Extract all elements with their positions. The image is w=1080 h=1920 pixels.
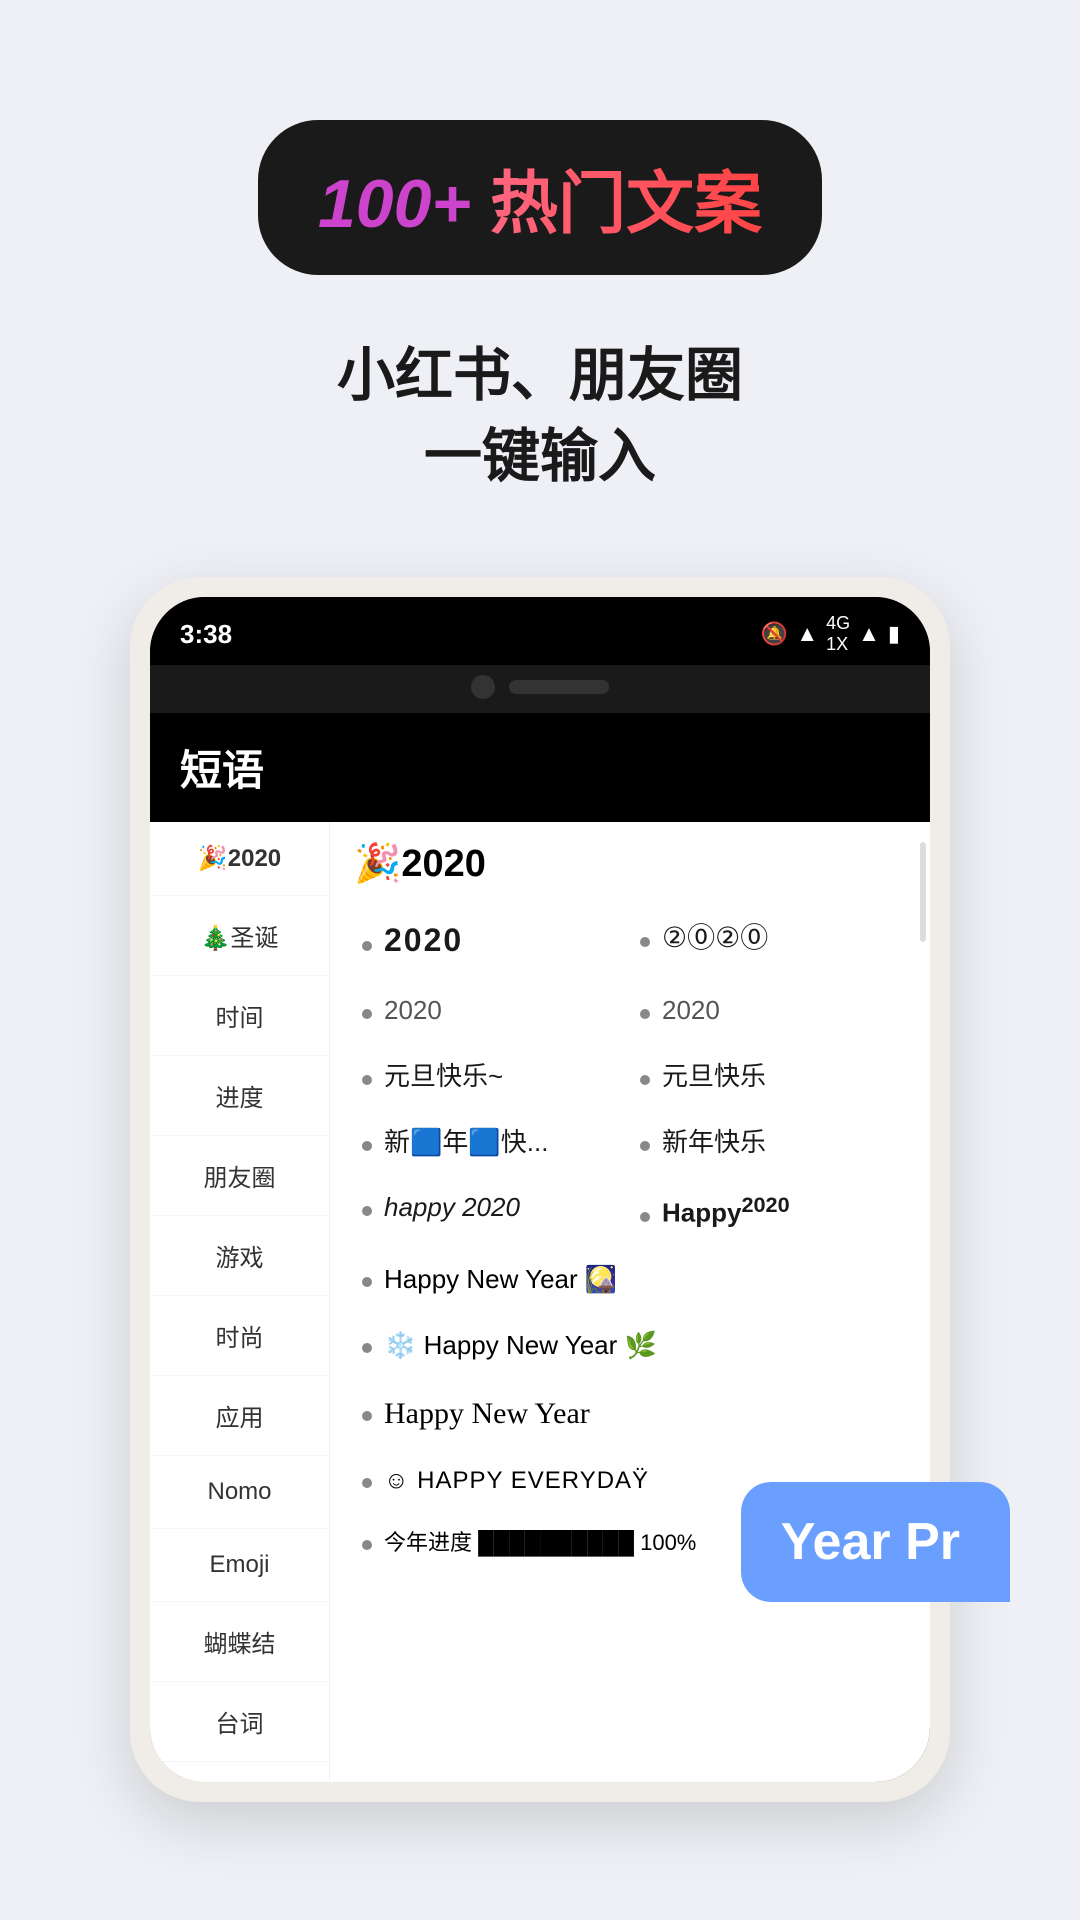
- wifi-icon: ▲: [796, 621, 818, 647]
- status-icons: 🔕 ▲ 4G1X ▲ ▮: [761, 613, 900, 655]
- camera-dot: [471, 675, 495, 699]
- list-item[interactable]: ❄️ Happy New Year 🌿: [354, 1315, 906, 1377]
- item-text: ②⓪②⓪: [662, 920, 768, 956]
- list-item[interactable]: 新🟦年🟦快...: [354, 1112, 628, 1174]
- sidebar-item-game[interactable]: 游戏: [150, 1216, 329, 1296]
- bullet-icon: [640, 1009, 650, 1019]
- main-content: 🎉2020 2020 ②⓪②⓪: [330, 822, 930, 1782]
- battery-icon: ▮: [888, 621, 900, 647]
- app-content: 🎉2020 🎄圣诞 时间 进度 朋友圈 游戏 时尚 应用 Nomo Emoji …: [150, 822, 930, 1782]
- bullet-icon: [640, 1075, 650, 1085]
- sidebar-item-progress[interactable]: 进度: [150, 1056, 329, 1136]
- sidebar-item-time[interactable]: 时间: [150, 976, 329, 1056]
- item-text: 新🟦年🟦快...: [384, 1126, 548, 1160]
- bullet-icon: [362, 1075, 372, 1085]
- speech-bubble-text: Year Pr: [781, 1513, 960, 1571]
- sidebar-item-lines[interactable]: 台词: [150, 1682, 329, 1762]
- sidebar-item-social[interactable]: 朋友圈: [150, 1136, 329, 1216]
- item-text: 新年快乐: [662, 1126, 766, 1160]
- bullet-icon: [362, 1411, 372, 1421]
- list-item[interactable]: 元旦快乐: [632, 1046, 906, 1108]
- status-bar: 3:38 🔕 ▲ 4G1X ▲ ▮: [150, 597, 930, 665]
- item-text: 2020: [384, 920, 463, 962]
- bullet-icon: [362, 1343, 372, 1353]
- camera-speaker: [509, 680, 609, 694]
- list-item[interactable]: 元旦快乐~: [354, 1046, 628, 1108]
- list-item[interactable]: Happy New Year: [354, 1380, 906, 1447]
- list-item[interactable]: 新年快乐: [632, 1112, 906, 1174]
- item-text: 2020: [662, 994, 720, 1028]
- bullet-icon: [362, 1141, 372, 1151]
- phone-mockup: 3:38 🔕 ▲ 4G1X ▲ ▮ 短语: [130, 577, 950, 1802]
- list-item[interactable]: ②⓪②⓪: [632, 906, 906, 976]
- bullet-icon: [640, 1141, 650, 1151]
- phone-inner: 3:38 🔕 ▲ 4G1X ▲ ▮ 短语: [150, 597, 930, 1782]
- list-item[interactable]: happy 2020: [354, 1177, 628, 1244]
- phone-container: 3:38 🔕 ▲ 4G1X ▲ ▮ 短语: [130, 577, 950, 1802]
- bullet-icon: [640, 937, 650, 947]
- bullet-icon: [362, 1478, 372, 1488]
- list-item[interactable]: 2020: [354, 906, 628, 976]
- badge-number: 100+: [318, 166, 471, 242]
- camera-area: [150, 665, 930, 713]
- item-text: 今年进度 ██████████ 100%: [384, 1529, 696, 1558]
- app-header: 短语: [150, 713, 930, 822]
- subtitle: 小红书、朋友圈 一键输入: [337, 335, 743, 497]
- section-title: 🎉2020: [354, 842, 906, 886]
- sidebar-item-bowtie[interactable]: 蝴蝶结: [150, 1602, 329, 1682]
- signal-icon: ▲: [858, 621, 880, 647]
- list-item[interactable]: Happy2020: [632, 1177, 906, 1244]
- speech-bubble: Year Pr: [741, 1482, 1010, 1602]
- status-time: 3:38: [180, 619, 232, 650]
- sidebar: 🎉2020 🎄圣诞 时间 进度 朋友圈 游戏 时尚 应用 Nomo Emoji …: [150, 822, 330, 1782]
- sidebar-item-2020[interactable]: 🎉2020: [150, 822, 329, 896]
- top-badge: 100+ 热门文案: [258, 120, 822, 275]
- item-text: Happy New Year 🎑: [384, 1263, 617, 1297]
- list-item[interactable]: 2020: [632, 980, 906, 1042]
- scrollbar[interactable]: [920, 842, 926, 942]
- bullet-icon: [640, 1212, 650, 1222]
- app-title: 短语: [180, 747, 264, 794]
- bullet-icon: [362, 1540, 372, 1550]
- bullet-icon: [362, 941, 372, 951]
- bullet-icon: [362, 1206, 372, 1216]
- item-text: 元旦快乐: [662, 1060, 766, 1094]
- sidebar-item-emoji[interactable]: Emoji: [150, 1529, 329, 1602]
- list-item[interactable]: Happy New Year 🎑: [354, 1249, 906, 1311]
- item-text: Happy New Year: [384, 1394, 590, 1433]
- subtitle-line2: 一键输入: [337, 416, 743, 497]
- item-text: Happy2020: [662, 1191, 790, 1230]
- signal-label: 4G1X: [826, 613, 850, 655]
- sidebar-item-christmas[interactable]: 🎄圣诞: [150, 896, 329, 976]
- mute-icon: 🔕: [761, 621, 788, 647]
- item-text: happy 2020: [384, 1191, 520, 1225]
- item-text: ☺ HAPPY EVERYDAŸ: [384, 1465, 649, 1496]
- bullet-icon: [362, 1009, 372, 1019]
- badge-label: 热门文案: [490, 166, 762, 242]
- item-text: ❄️ Happy New Year 🌿: [384, 1329, 657, 1363]
- subtitle-line1: 小红书、朋友圈: [337, 335, 743, 416]
- list-item[interactable]: 2020: [354, 980, 628, 1042]
- bullet-icon: [362, 1277, 372, 1287]
- sidebar-item-fashion[interactable]: 时尚: [150, 1296, 329, 1376]
- item-text: 元旦快乐~: [384, 1060, 503, 1094]
- items-grid: 2020 ②⓪②⓪ 2020 2020: [354, 906, 906, 1571]
- item-text: 2020: [384, 994, 442, 1028]
- sidebar-item-nomo[interactable]: Nomo: [150, 1456, 329, 1529]
- sidebar-item-app[interactable]: 应用: [150, 1376, 329, 1456]
